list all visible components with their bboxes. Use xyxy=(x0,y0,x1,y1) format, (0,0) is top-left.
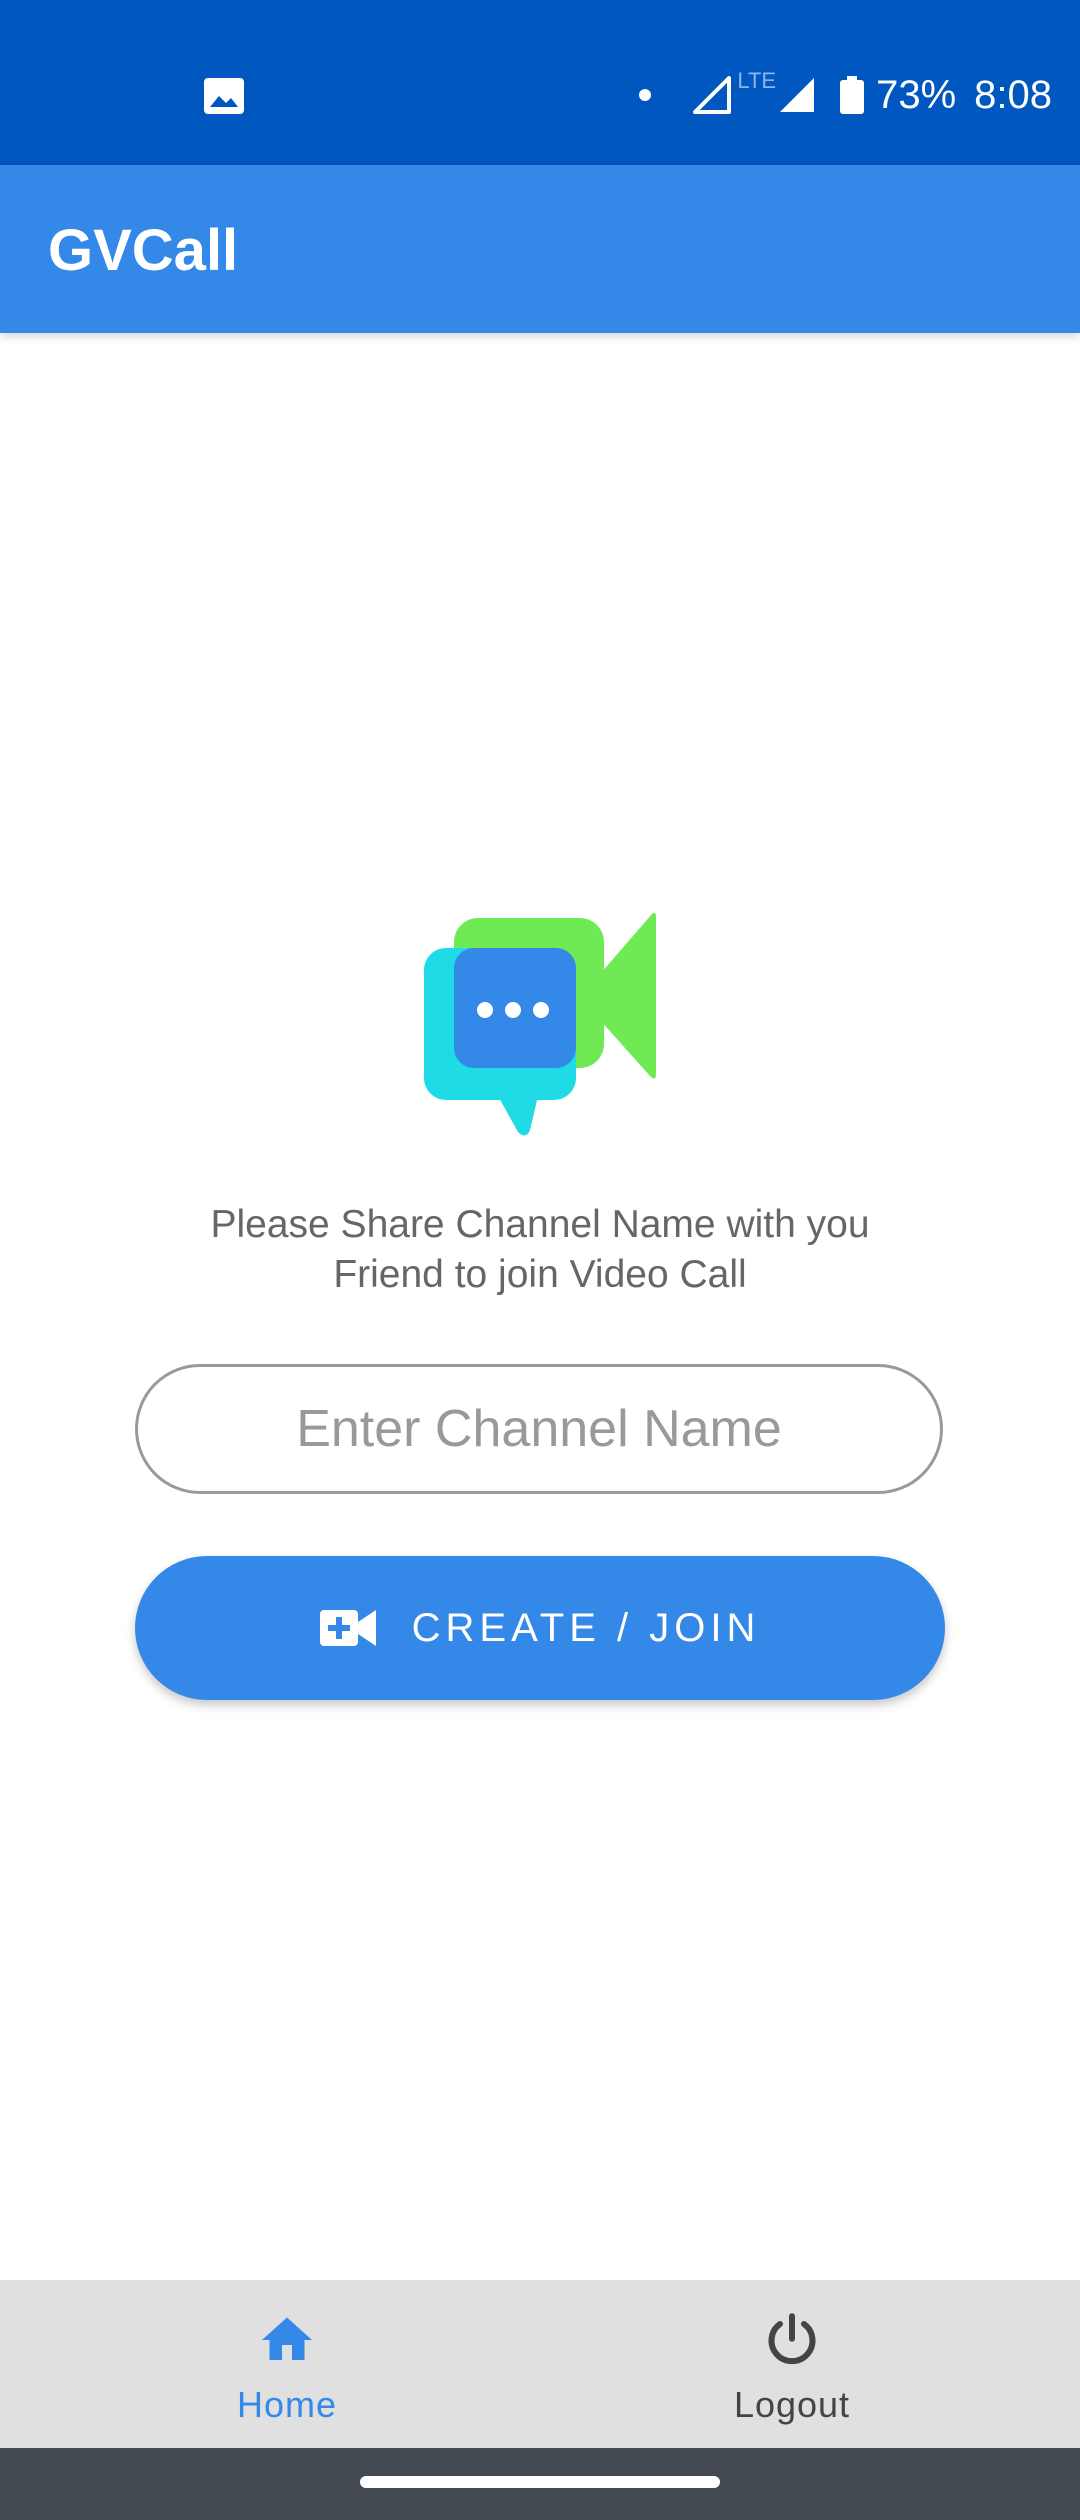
nav-item-home[interactable]: Home xyxy=(137,2280,437,2448)
notification-dot-icon xyxy=(639,89,652,101)
app-title: GVCall xyxy=(48,218,239,283)
home-icon xyxy=(262,2317,312,2360)
battery-icon xyxy=(840,76,865,114)
nav-label-logout: Logout xyxy=(733,2384,851,2425)
bottom-navigation: Home Logout xyxy=(0,2280,1080,2448)
home-gesture-handle[interactable] xyxy=(360,2476,720,2488)
network-type-label: LTE xyxy=(737,68,777,93)
video-call-add-icon xyxy=(319,1610,376,1646)
instructions-line: Friend to join Video Call xyxy=(333,1253,747,1296)
app-bar: GVCall xyxy=(0,165,1080,333)
cell-signal-icon xyxy=(693,76,732,114)
status-indicators: LTE 73% 8:08 xyxy=(639,62,1052,128)
create-join-button[interactable]: CREATE / JOIN xyxy=(135,1556,945,1700)
instructions-line: Please Share Channel Name with you xyxy=(210,1203,870,1246)
instructions-text: Please Share Channel Name with you Frien… xyxy=(120,1200,960,1300)
battery-percent: 73% xyxy=(876,72,957,117)
clock: 8:08 xyxy=(974,72,1052,117)
power-icon xyxy=(768,2313,816,2365)
gallery-icon xyxy=(204,78,244,114)
video-chat-logo-icon xyxy=(424,912,656,1136)
nav-label-home: Home xyxy=(236,2384,338,2425)
channel-name-input[interactable] xyxy=(135,1364,943,1494)
status-bar: LTE 73% 8:08 xyxy=(0,0,1080,165)
nav-item-logout[interactable]: Logout xyxy=(642,2280,942,2448)
create-join-label: CREATE / JOIN xyxy=(411,1605,761,1650)
cell-signal-icon xyxy=(780,78,815,112)
